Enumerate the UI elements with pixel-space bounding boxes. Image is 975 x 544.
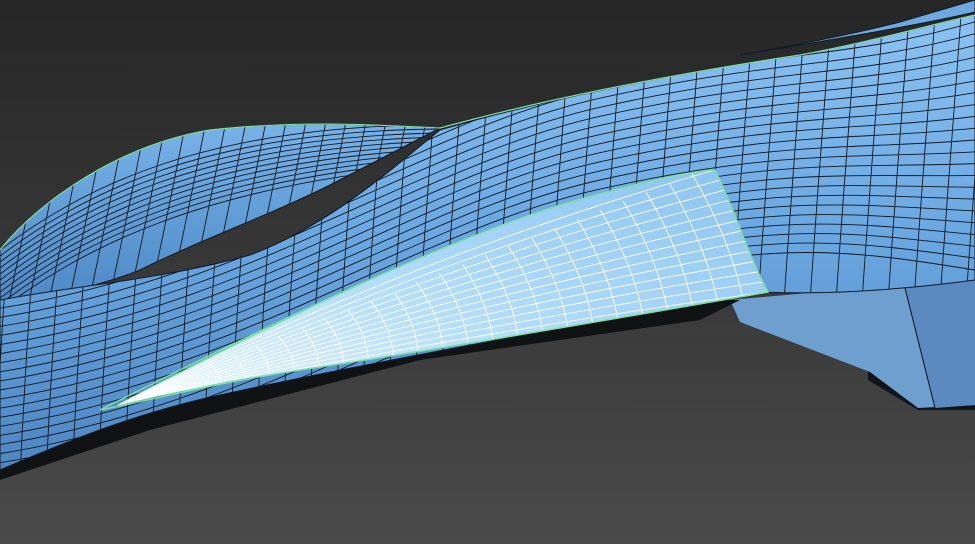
3d-viewport[interactable]	[0, 0, 975, 544]
scene-canvas[interactable]	[0, 0, 975, 544]
